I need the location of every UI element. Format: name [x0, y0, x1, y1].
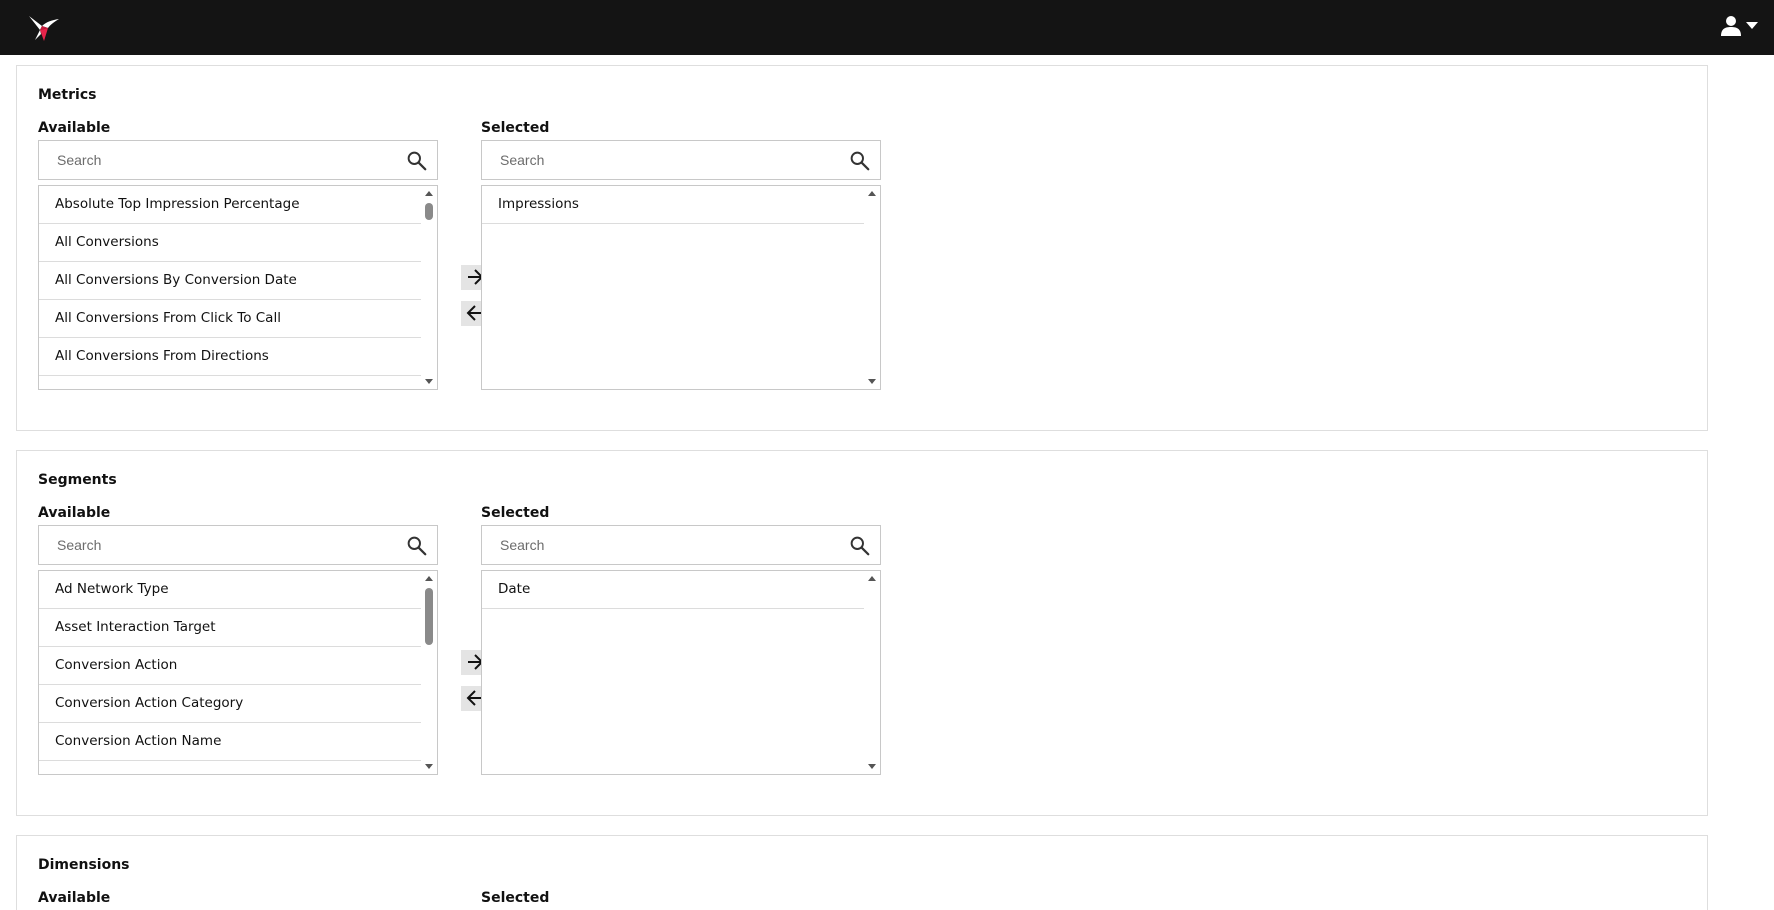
list-item[interactable]: Conversion Action	[39, 647, 423, 685]
list-item[interactable]: Asset Interaction Target	[39, 609, 423, 647]
list-scrollbar[interactable]	[864, 571, 880, 774]
segments-selected-label: Selected	[481, 505, 550, 521]
scroll-down-arrow-icon[interactable]	[425, 379, 433, 384]
scroll-thumb[interactable]	[425, 203, 433, 220]
segments-available-list[interactable]: Ad Network Type Asset Interaction Target…	[38, 570, 438, 775]
segments-title: Segments	[38, 472, 117, 488]
search-icon[interactable]	[849, 150, 870, 171]
metrics-selected-search	[481, 140, 881, 180]
dimensions-selected-label: Selected	[481, 890, 550, 906]
segments-available-search	[38, 525, 438, 565]
segments-panel: Segments Available Ad Network Type Asset…	[16, 450, 1708, 816]
metrics-selected-search-input[interactable]	[482, 141, 840, 179]
list-item[interactable]: All Conversions By Conversion Date	[39, 262, 423, 300]
dimensions-title: Dimensions	[38, 857, 130, 873]
scroll-down-arrow-icon[interactable]	[868, 764, 876, 769]
hummingbird-logo-icon[interactable]	[26, 10, 62, 46]
search-icon[interactable]	[406, 535, 427, 556]
list-item[interactable]: Date	[482, 571, 866, 609]
list-item[interactable]: Ad Network Type	[39, 571, 423, 609]
list-item[interactable]: Conversion Action Name	[39, 723, 423, 761]
segments-selected-search-input[interactable]	[482, 526, 840, 564]
segments-selected-search	[481, 525, 881, 565]
list-item[interactable]: Impressions	[482, 186, 866, 224]
metrics-available-list[interactable]: Absolute Top Impression Percentage All C…	[38, 185, 438, 390]
caret-down-icon	[1746, 22, 1758, 29]
scroll-up-arrow-icon[interactable]	[425, 576, 433, 581]
segments-available-search-input[interactable]	[39, 526, 397, 564]
scroll-down-arrow-icon[interactable]	[868, 379, 876, 384]
list-scrollbar[interactable]	[421, 571, 437, 774]
segments-available-label: Available	[38, 505, 111, 521]
metrics-available-search-input[interactable]	[39, 141, 397, 179]
dimensions-panel: Dimensions Available Selected	[16, 835, 1708, 910]
scroll-up-arrow-icon[interactable]	[868, 191, 876, 196]
list-item[interactable]: Absolute Top Impression Percentage	[39, 186, 423, 224]
list-item[interactable]: All Conversions From Directions	[39, 338, 423, 376]
segments-selected-list[interactable]: Date	[481, 570, 881, 775]
metrics-available-search	[38, 140, 438, 180]
scroll-up-arrow-icon[interactable]	[868, 576, 876, 581]
user-icon	[1721, 16, 1741, 36]
search-icon[interactable]	[849, 535, 870, 556]
list-scrollbar[interactable]	[421, 186, 437, 389]
metrics-selected-label: Selected	[481, 120, 550, 136]
metrics-available-label: Available	[38, 120, 111, 136]
top-navigation-bar	[0, 0, 1774, 55]
list-scrollbar[interactable]	[864, 186, 880, 389]
metrics-selected-list[interactable]: Impressions	[481, 185, 881, 390]
metrics-panel: Metrics Available Absolute Top Impressio…	[16, 65, 1708, 431]
metrics-title: Metrics	[38, 87, 97, 103]
list-item[interactable]: Conversion Action Category	[39, 685, 423, 723]
list-item[interactable]: All Conversions From Click To Call	[39, 300, 423, 338]
scroll-down-arrow-icon[interactable]	[425, 764, 433, 769]
list-item[interactable]: All Conversions	[39, 224, 423, 262]
dimensions-available-label: Available	[38, 890, 111, 906]
search-icon[interactable]	[406, 150, 427, 171]
scroll-thumb[interactable]	[425, 588, 433, 645]
scroll-up-arrow-icon[interactable]	[425, 191, 433, 196]
user-menu-button[interactable]	[1720, 14, 1760, 38]
